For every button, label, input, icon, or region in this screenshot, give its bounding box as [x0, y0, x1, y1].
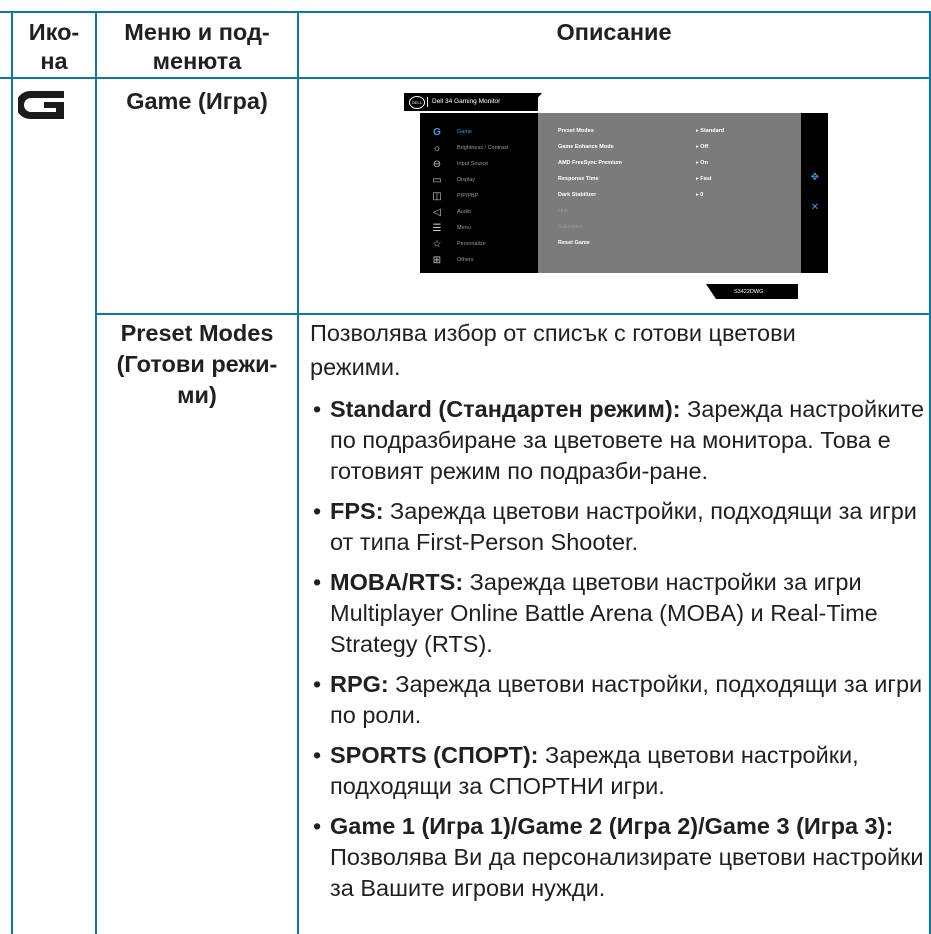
osd-menu-item-menu[interactable]: ☰ Menu: [420, 221, 538, 237]
dell-logo: DELL: [409, 96, 425, 109]
list-item-moba-rts: MOBA/RTS: Зарежда цветови настройки за и…: [313, 567, 927, 660]
osd-menu-item-audio[interactable]: ◁ Audio: [420, 205, 538, 221]
list-item-sports: SPORTS (СПОРТ): Зарежда цветови настройк…: [313, 740, 927, 802]
game-g-icon: [16, 91, 66, 119]
header-bottom-border: [0, 77, 931, 79]
osd-model-title: Dell 34 Gaming Monitor: [432, 98, 501, 105]
others-icon: ⊞: [432, 255, 442, 266]
header-icon-line1: Ико-: [28, 19, 80, 45]
osd-menu-item-input-source[interactable]: ⊖ Input Source: [420, 157, 538, 173]
osd-model-number: S3422DWG: [734, 289, 764, 295]
header-icon-line2: на: [40, 48, 68, 74]
brightness-icon: ☼: [432, 143, 442, 154]
osd-window: G Game ☼ Brightness / Contrast ⊖ Input S…: [420, 113, 828, 273]
header-menu-column: Меню и под- менюта: [97, 18, 297, 76]
osd-menu-item-others[interactable]: ⊞ Others: [420, 253, 538, 269]
osd-setting-dark-stabilizer[interactable]: Dark Stabilizer ▸ 0: [558, 190, 808, 202]
osd-setting-preset-modes[interactable]: Preset Modes ▸ Standard: [558, 126, 808, 138]
header-menu-line2: менюта: [152, 48, 242, 74]
preset-intro-line2: режими.: [310, 354, 401, 380]
list-item-standard: Standard (Стандартен режим): Зарежда нас…: [313, 394, 927, 487]
header-menu-line1: Меню и под-: [124, 19, 270, 45]
osd-setting-freesync[interactable]: AMD FreeSync Premium ▸ On: [558, 158, 808, 170]
preset-label-line3: ми): [177, 382, 217, 408]
osd-setting-game-enhance-mode[interactable]: Game Enhance Mode ▸ Off: [558, 142, 808, 154]
preset-modes-list: Standard (Стандартен режим): Зарежда нас…: [313, 394, 927, 913]
osd-joystick-icon[interactable]: ✥: [810, 173, 820, 183]
list-item-game-custom: Game 1 (Игра 1)/Game 2 (Игра 2)/Game 3 (…: [313, 811, 927, 904]
preset-label-line2: (Готови режи-: [116, 351, 278, 377]
preset-intro-line1: Позволява избор от списък с готови цвето…: [310, 320, 796, 346]
menu-icon: ☰: [432, 223, 442, 234]
osd-menu-item-brightness[interactable]: ☼ Brightness / Contrast: [420, 141, 538, 157]
osd-setting-response-time[interactable]: Response Time ▸ Fast: [558, 174, 808, 186]
osd-menu-item-display[interactable]: ▭ Display: [420, 173, 538, 189]
pip-pbp-icon: ◫: [432, 191, 442, 202]
table-top-border: [0, 11, 931, 13]
osd-menu-item-personalize[interactable]: ☆ Personalize: [420, 237, 538, 253]
icon-col-border: [95, 11, 97, 934]
header-icon-column: Ико- на: [13, 18, 95, 76]
osd-menu-item-pip-pbp[interactable]: ◫ PIP/PBP: [420, 189, 538, 205]
osd-setting-saturation: Saturation: [558, 224, 584, 230]
osd-screenshot: DELL Dell 34 Gaming Monitor G Game ☼ Bri…: [404, 93, 828, 299]
left-border: [11, 11, 13, 934]
header-description-column: Описание: [556, 19, 672, 45]
list-item-fps: FPS: Зарежда цветови настройки, подходящ…: [313, 496, 927, 558]
star-icon: ☆: [432, 239, 442, 250]
menu-preset-modes-label: Preset Modes (Готови режи- ми): [97, 318, 297, 411]
game-icon: G: [433, 127, 441, 138]
preset-intro: Позволява избор от списък с готови цвето…: [310, 316, 922, 384]
preset-label-line1: Preset Modes: [120, 320, 274, 346]
list-item-rpg: RPG: Зарежда цветови настройки, подходящ…: [313, 669, 927, 731]
display-icon: ▭: [432, 175, 442, 186]
osd-setting-reset-game[interactable]: Reset Game: [558, 238, 808, 250]
osd-close-icon[interactable]: ✕: [810, 203, 820, 213]
row-separator: [95, 313, 931, 315]
input-source-icon: ⊖: [432, 159, 442, 170]
menu-col-border: [297, 11, 299, 934]
osd-menu-item-game[interactable]: G Game: [420, 125, 538, 141]
audio-icon: ◁: [433, 207, 441, 218]
menu-game-label: Game (Игра): [126, 88, 268, 114]
osd-setting-hue: Hue: [558, 208, 569, 214]
